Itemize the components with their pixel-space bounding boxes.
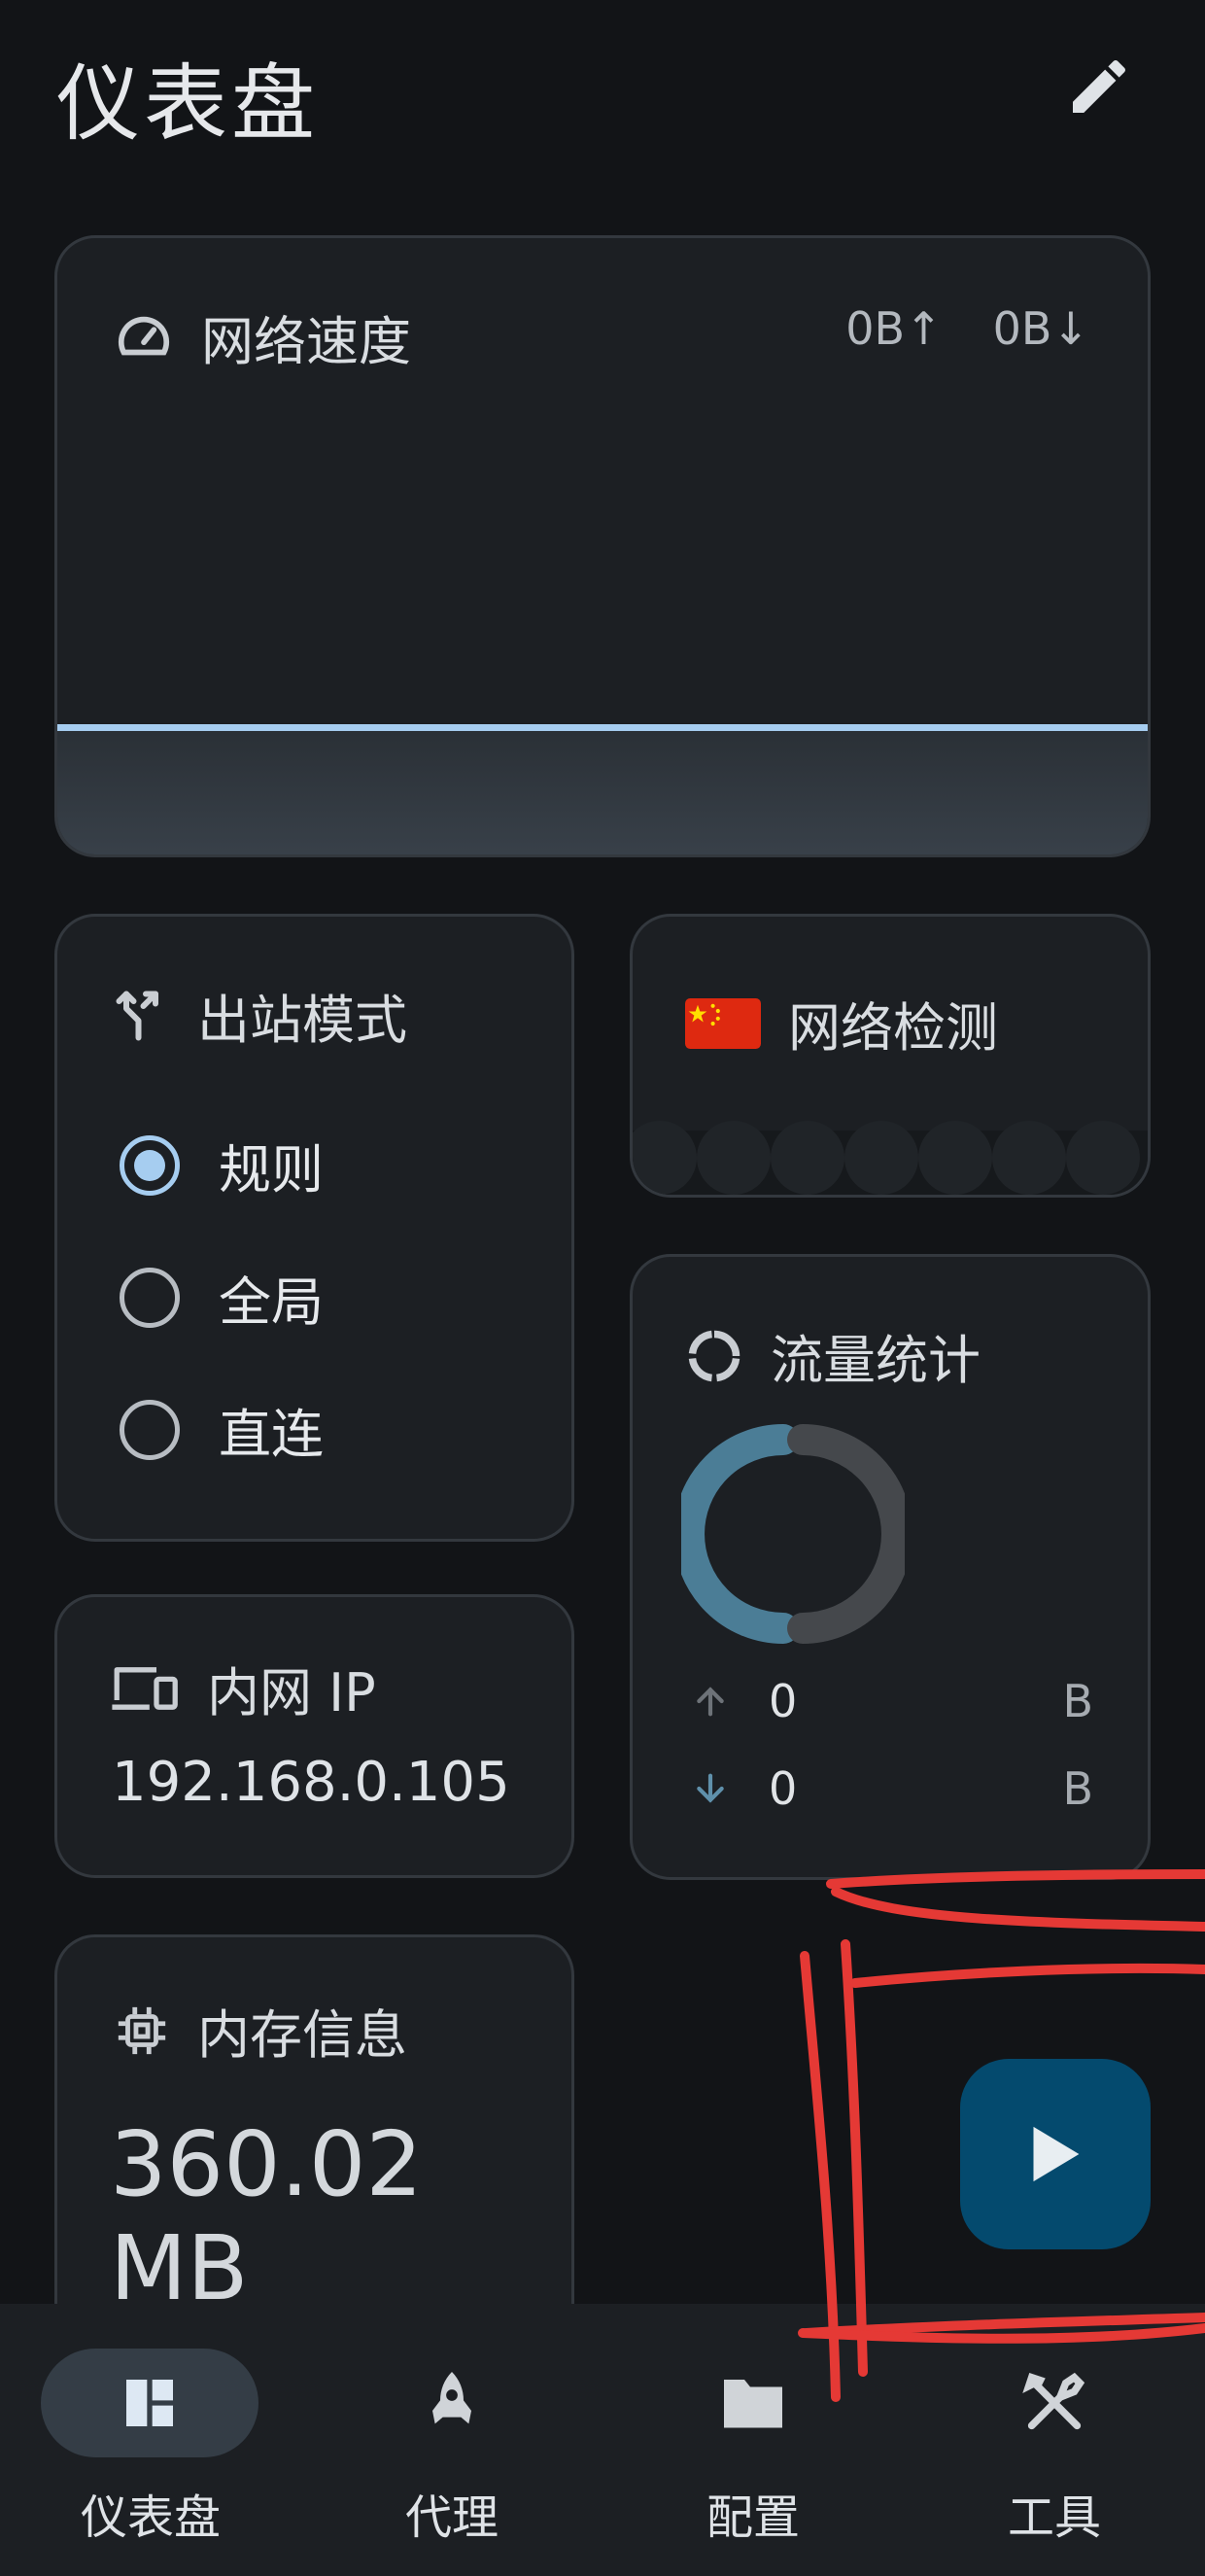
lan-ip-value: 192.168.0.105 xyxy=(112,1751,510,1814)
rocket-icon xyxy=(413,2368,491,2438)
page-title: 仪表盘 xyxy=(56,55,319,153)
mode-option-label: 全局 xyxy=(219,1271,324,1333)
dashboard-icon xyxy=(111,2368,189,2438)
route-icon xyxy=(112,987,170,1045)
memory-card[interactable]: 内存信息 360.02 MB xyxy=(54,1934,574,2352)
lan-ip-card[interactable]: 内网 IP 192.168.0.105 xyxy=(54,1594,574,1878)
radio-unchecked-icon[interactable] xyxy=(120,1399,180,1460)
network-check-card[interactable]: 网络检测 xyxy=(630,914,1151,1198)
mode-option-label: 规则 xyxy=(219,1139,324,1201)
traffic-download-row: 0 B xyxy=(691,1762,1093,1815)
upload-speed: 0B↑ xyxy=(845,302,943,355)
speed-chart xyxy=(57,724,1148,854)
loading-placeholder xyxy=(633,1121,1148,1195)
memory-value: 360.02 MB xyxy=(110,2112,423,2320)
devices-icon xyxy=(110,1661,180,1716)
network-check-title: 网络检测 xyxy=(788,997,998,1059)
traffic-download-unit: B xyxy=(1062,1762,1093,1815)
traffic-stats-title: 流量统计 xyxy=(771,1330,981,1391)
donut-icon xyxy=(685,1327,743,1385)
nav-label: 配置 xyxy=(706,2490,800,2545)
china-flag-icon xyxy=(685,996,761,1051)
lan-ip-title: 内网 IP xyxy=(207,1662,376,1723)
nav-label: 工具 xyxy=(1007,2490,1101,2545)
mode-option-direct[interactable]: 直连 xyxy=(120,1391,324,1468)
traffic-donut-chart xyxy=(681,1424,905,1644)
network-speed-card[interactable]: 网络速度 0B↑ 0B↓ xyxy=(54,235,1151,857)
radio-unchecked-icon[interactable] xyxy=(120,1267,180,1328)
network-speed-title: 网络速度 xyxy=(201,311,411,372)
nav-item-tools[interactable]: 工具 xyxy=(904,2304,1205,2576)
play-icon xyxy=(1028,2125,1083,2183)
tools-icon xyxy=(1016,2368,1093,2438)
download-speed: 0B↓ xyxy=(992,302,1089,355)
outbound-mode-title: 出站模式 xyxy=(197,990,407,1051)
speedometer-icon xyxy=(114,307,174,367)
folder-icon xyxy=(714,2368,792,2438)
arrow-up-icon xyxy=(691,1682,730,1721)
chip-icon xyxy=(114,2002,170,2059)
arrow-down-icon xyxy=(691,1769,730,1808)
nav-item-config[interactable]: 配置 xyxy=(602,2304,904,2576)
outbound-mode-card: 出站模式 规则 全局 直连 xyxy=(54,914,574,1542)
bottom-navigation: 仪表盘 代理 配置 工具 xyxy=(0,2304,1205,2576)
nav-label: 代理 xyxy=(404,2490,499,2545)
nav-label: 仪表盘 xyxy=(80,2490,221,2545)
traffic-stats-card[interactable]: 流量统计 0 B 0 B xyxy=(630,1254,1151,1880)
nav-item-proxy[interactable]: 代理 xyxy=(301,2304,602,2576)
traffic-upload-row: 0 B xyxy=(691,1675,1093,1727)
mode-option-label: 直连 xyxy=(219,1404,324,1465)
traffic-download-value: 0 xyxy=(769,1762,798,1815)
traffic-upload-unit: B xyxy=(1062,1675,1093,1727)
edit-button[interactable] xyxy=(1055,43,1143,130)
radio-checked-icon[interactable] xyxy=(120,1134,180,1196)
memory-title: 内存信息 xyxy=(197,2004,407,2066)
pencil-icon xyxy=(1064,52,1134,122)
nav-item-dashboard[interactable]: 仪表盘 xyxy=(0,2304,301,2576)
start-proxy-button[interactable] xyxy=(960,2059,1151,2249)
mode-option-global[interactable]: 全局 xyxy=(120,1259,324,1336)
mode-option-rule[interactable]: 规则 xyxy=(120,1127,324,1203)
traffic-upload-value: 0 xyxy=(769,1675,798,1727)
